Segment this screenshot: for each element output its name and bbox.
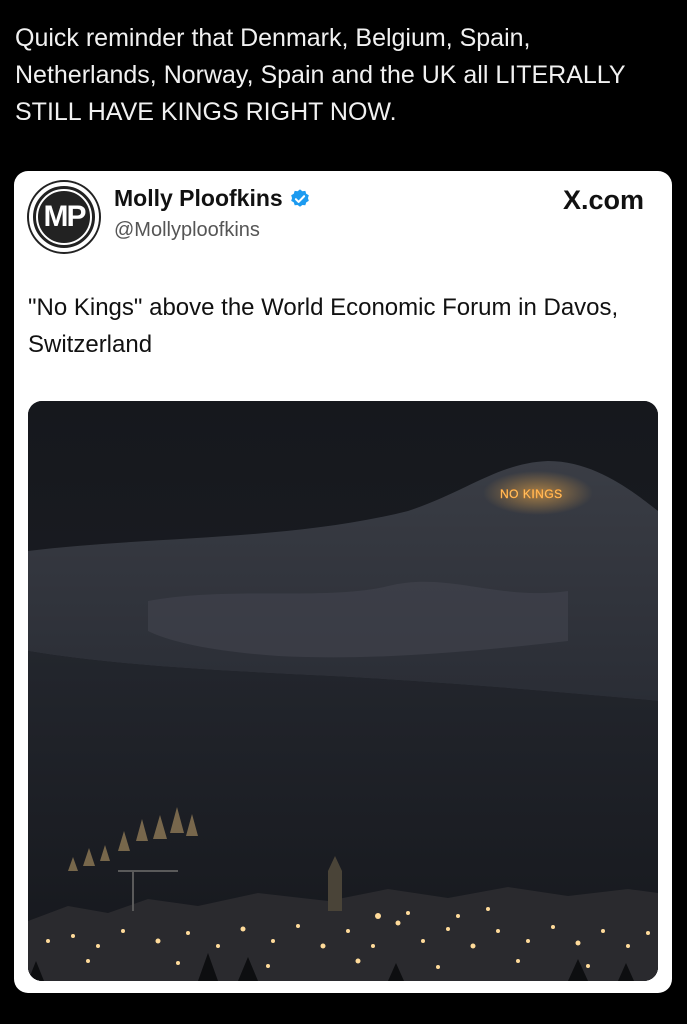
site-label[interactable]: X.com (563, 185, 644, 216)
author-name[interactable]: Molly Ploofkins (114, 185, 283, 212)
tweet-text: "No Kings" above the World Economic Foru… (28, 294, 619, 358)
post-text: Quick reminder that Denmark, Belgium, Sp… (15, 24, 626, 126)
avatar[interactable]: MP (29, 182, 99, 252)
night-mountain-photo: NO KINGS (28, 401, 658, 981)
quoted-tweet-card[interactable]: MP Molly Ploofkins @Mollyploofkins X.com… (14, 171, 672, 993)
tweet-photo[interactable]: NO KINGS (28, 401, 658, 981)
site-text: X.com (562, 185, 644, 215)
author-row: Molly Ploofkins (114, 185, 311, 212)
author-handle[interactable]: @Mollyploofkins (114, 219, 260, 242)
no-kings-sign: NO KINGS (500, 487, 563, 501)
avatar-ring (36, 189, 92, 245)
verified-badge-icon (290, 188, 309, 207)
